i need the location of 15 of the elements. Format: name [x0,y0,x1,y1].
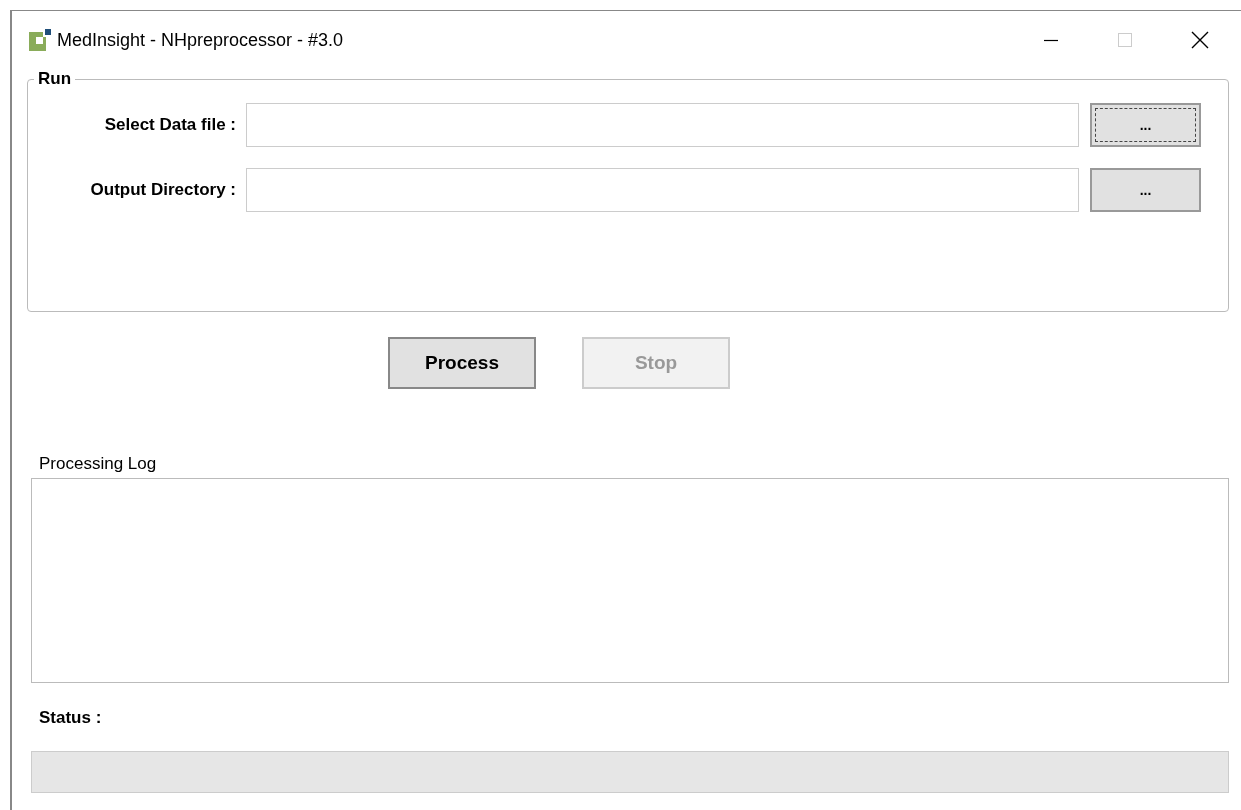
action-button[interactable]: Process [388,337,536,389]
window-title: MedInsight - NHpreprocessor - #3.0 [57,29,344,51]
maximize-icon[interactable] [1117,32,1133,48]
log-text-area[interactable] [31,478,1229,683]
app-logo-icon [29,29,51,51]
status-label: Status : [38,708,103,728]
path-input-field[interactable] [246,168,1079,212]
close-icon[interactable] [1191,31,1209,49]
field-label: Select Data file : [103,115,237,135]
field-label: Output Directory : [89,180,237,200]
browse-button[interactable]: ... [1090,168,1201,212]
log-label: Processing Log [38,454,158,474]
group-title: Run [37,69,73,89]
path-input-field[interactable] [246,103,1079,147]
browse-button[interactable]: ... [1090,103,1201,147]
